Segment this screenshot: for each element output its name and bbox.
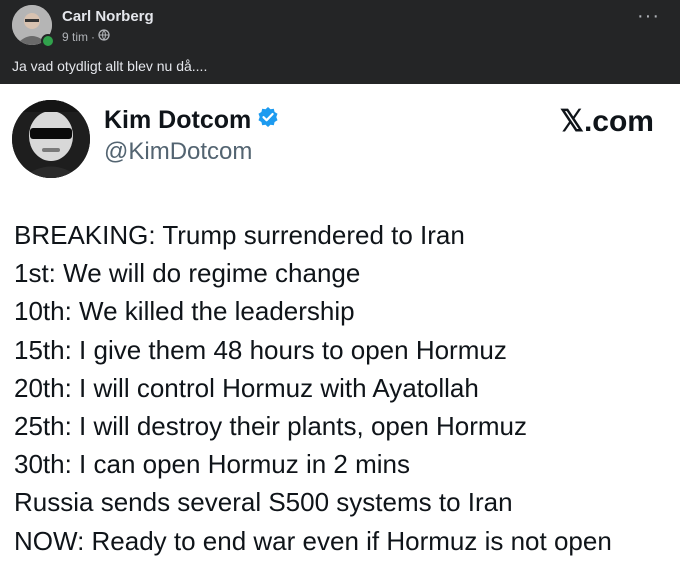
online-status-dot [41, 34, 55, 48]
globe-icon [98, 29, 110, 44]
tweet-line: BREAKING: Trump surrendered to Iran [14, 220, 465, 250]
tweet-body: BREAKING: Trump surrendered to Iran 1st:… [14, 216, 612, 560]
tweet-author-label: Kim Dotcom [104, 106, 252, 134]
tweet-line: 15th: I give them 48 hours to open Hormu… [14, 334, 507, 365]
tweet-line: NOW: Ready to end war even if Hormuz is … [14, 525, 612, 556]
facebook-post-header: Carl Norberg 9 tim · ··· Ja vad otydligt… [0, 0, 680, 84]
post-caption: Ja vad otydligt allt blev nu då.... [12, 58, 208, 74]
tweet-line: 30th: I can open Hormuz in 2 mins [14, 449, 410, 480]
post-author-name[interactable]: Carl Norberg [62, 8, 154, 25]
tweet-line: Russia sends several S500 systems to Ira… [14, 487, 513, 518]
tweet-line: 10th: We killed the leadership [14, 296, 355, 327]
post-meta: 9 tim · [62, 29, 110, 44]
tweet-author-name: Kim Dotcom [104, 106, 279, 135]
verified-badge-icon [257, 106, 279, 135]
x-logo: 𝕏.com [559, 105, 654, 138]
tweet-screenshot: Kim Dotcom @KimDotcom 𝕏.com BREAKING: Tr… [0, 84, 680, 582]
tweet-line: 25th: I will destroy their plants, open … [14, 411, 528, 442]
time-separator: · [91, 29, 96, 44]
post-time[interactable]: 9 tim [62, 30, 88, 44]
tweet-author-handle: @KimDotcom [104, 138, 253, 165]
tweet-line: 20th: I will control Hormuz with Ayatoll… [14, 372, 479, 403]
tweet-line: 1st: We will do regime change [14, 258, 361, 289]
more-options-icon[interactable]: ··· [637, 6, 660, 26]
kim-dotcom-avatar [12, 100, 90, 178]
